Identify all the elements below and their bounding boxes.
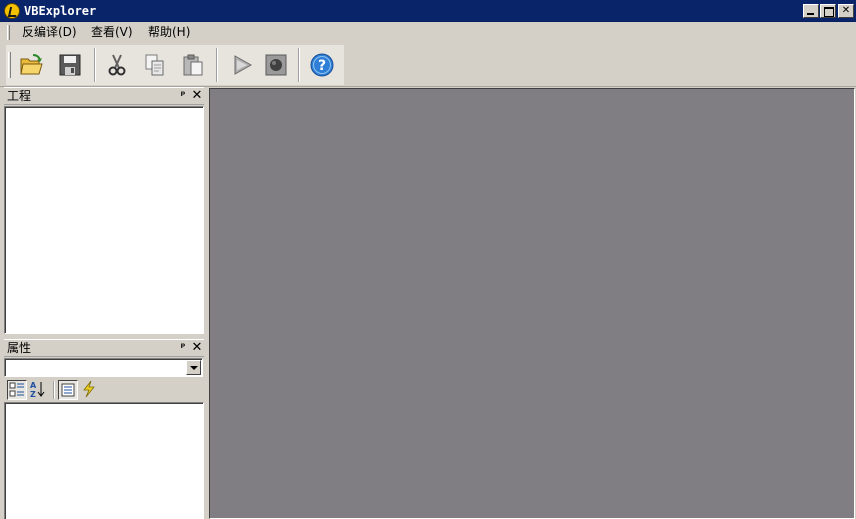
help-icon: ? (310, 53, 334, 77)
pin-icon[interactable]: ᵖ (178, 89, 188, 103)
dropdown-arrow-icon[interactable] (186, 360, 201, 375)
menu-decompile[interactable]: 反编译(D) (18, 24, 81, 41)
stop-record-icon (265, 54, 287, 76)
project-tree[interactable] (4, 106, 204, 334)
properties-grid[interactable] (4, 402, 204, 519)
toolbar-separator (298, 48, 300, 82)
svg-text:A: A (30, 381, 37, 390)
minimize-icon[interactable] (803, 4, 819, 18)
events-button[interactable] (80, 380, 100, 400)
properties-toolbar: A Z (4, 378, 204, 402)
window-title: VBExplorer (24, 4, 97, 18)
categorized-button[interactable] (7, 380, 27, 400)
stop-button[interactable] (261, 50, 291, 80)
toolbar-grip[interactable] (8, 52, 11, 78)
categorized-icon (9, 382, 24, 397)
panel-close-icon[interactable]: ✕ (191, 340, 203, 355)
maximize-icon[interactable] (820, 4, 836, 18)
svg-text:?: ? (318, 58, 326, 74)
menu-help[interactable]: 帮助(H) (144, 24, 194, 41)
open-folder-icon (20, 54, 43, 75)
properties-panel-title: 属性 (7, 341, 32, 355)
properties-panel-header[interactable]: 属性 ᵖ ✕ (4, 339, 204, 357)
svg-text:Z: Z (30, 390, 36, 398)
menu-bar: 反编译(D) 查看(V) 帮助(H) (0, 22, 856, 43)
save-disk-icon (59, 54, 81, 76)
toolbar-separator (94, 48, 96, 82)
copy-button[interactable] (140, 50, 170, 80)
copy-icon (145, 54, 164, 76)
play-icon (234, 55, 253, 75)
properties-icon (61, 383, 75, 397)
alphabetical-icon: A Z (30, 381, 45, 399)
project-panel-title: 工程 (7, 89, 32, 103)
title-bar[interactable]: VBExplorer ✕ (0, 0, 856, 22)
app-icon[interactable] (4, 3, 20, 19)
project-panel-header[interactable]: 工程 ᵖ ✕ (4, 87, 204, 105)
object-selector-combo[interactable] (4, 358, 203, 377)
toolbar-separator (216, 48, 218, 82)
help-button[interactable]: ? (307, 50, 337, 80)
pin-icon[interactable]: ᵖ (178, 341, 188, 355)
close-icon[interactable]: ✕ (838, 4, 854, 18)
paste-icon (183, 54, 203, 76)
toolbar: ? (0, 43, 856, 87)
properties-button[interactable] (58, 380, 78, 400)
save-button[interactable] (55, 50, 85, 80)
open-button[interactable] (17, 50, 47, 80)
properties-toolbar-separator (53, 381, 55, 399)
paste-button[interactable] (178, 50, 208, 80)
events-icon (83, 380, 95, 398)
panel-close-icon[interactable]: ✕ (191, 88, 203, 103)
menu-grip[interactable] (7, 25, 10, 40)
menu-view[interactable]: 查看(V) (87, 24, 137, 41)
alphabetical-button[interactable]: A Z (28, 380, 48, 400)
cut-button[interactable] (102, 50, 132, 80)
mdi-workspace[interactable] (209, 88, 855, 519)
scissors-icon (108, 54, 126, 76)
run-button[interactable] (227, 50, 257, 80)
